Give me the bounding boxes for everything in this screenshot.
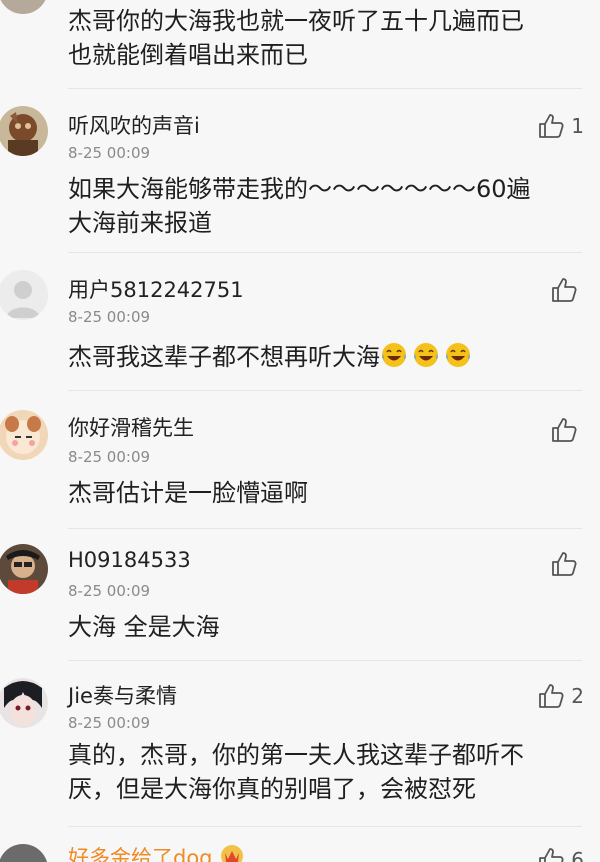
avatar-image — [0, 410, 48, 460]
comment-text: 真的，杰哥，你的第一夫人我这辈子都听不 厌，但是大海你真的别唱了，会被怼死 — [68, 741, 524, 803]
like-count: 2 — [571, 684, 584, 708]
like-button[interactable] — [550, 276, 584, 304]
like-count: 1 — [571, 114, 584, 138]
comment-text: 如果大海能够带走我的～～～～～～～60遍 大海前来报道 — [68, 175, 531, 237]
comment-item: 杰哥你的大海我也就一夜听了五十几遍而已 也就能倒着唱出来而已 — [0, 0, 600, 88]
divider — [68, 88, 582, 89]
username[interactable]: Jie奏与柔情 — [68, 680, 177, 710]
thumbs-up-icon — [552, 278, 577, 302]
like-button[interactable]: 1 — [537, 112, 584, 140]
vip-badge-icon — [221, 845, 244, 862]
avatar-image — [0, 678, 48, 728]
divider — [68, 826, 582, 827]
divider — [68, 660, 582, 661]
like-button[interactable] — [550, 550, 584, 578]
like-button[interactable] — [550, 416, 584, 444]
comment-text: 杰哥估计是一脸懵逼啊 — [68, 479, 308, 507]
default-avatar-icon — [0, 270, 48, 320]
comment-item: 用户5812242751 8-25 00:09 杰哥我这辈子都不想再听大海 — [0, 254, 600, 384]
comment-text: 杰哥你的大海我也就一夜听了五十几遍而已 也就能倒着唱出来而已 — [68, 7, 524, 69]
username[interactable]: 用户5812242751 — [68, 274, 244, 304]
comment-text: 大海 全是大海 — [68, 613, 220, 641]
avatar-image — [0, 106, 48, 156]
avatar[interactable] — [0, 844, 48, 862]
laughing-tears-emoji — [446, 343, 470, 367]
comment-text: 杰哥我这辈子都不想再听大海 — [68, 340, 588, 374]
thumbs-up-icon — [552, 418, 577, 442]
avatar[interactable] — [0, 270, 48, 320]
timestamp: 8-25 00:09 — [68, 582, 151, 600]
like-button[interactable]: 6 — [537, 846, 584, 862]
username[interactable]: 你好滑稽先生 — [68, 412, 194, 442]
divider — [68, 528, 582, 529]
like-count: 6 — [571, 848, 584, 862]
laughing-tears-emoji — [382, 343, 406, 367]
comment-item: 你好滑稽先生 8-25 00:09 杰哥估计是一脸懵逼啊 — [0, 392, 600, 526]
thumbs-up-icon — [552, 552, 577, 576]
timestamp: 8-25 00:09 — [68, 714, 151, 732]
username[interactable]: 好多金给了dog — [68, 842, 245, 862]
avatar[interactable] — [0, 678, 48, 728]
thumbs-up-icon — [539, 114, 564, 138]
avatar[interactable] — [0, 106, 48, 156]
thumbs-up-icon — [539, 684, 564, 708]
like-button[interactable]: 2 — [537, 682, 584, 710]
timestamp: 8-25 00:09 — [68, 144, 151, 162]
username[interactable]: H09184533 — [68, 548, 191, 572]
divider — [68, 390, 582, 391]
comment-item: Jie奏与柔情 8-25 00:09 真的，杰哥，你的第一夫人我这辈子都听不 厌… — [0, 662, 600, 822]
laughing-tears-emoji — [414, 343, 438, 367]
timestamp: 8-25 00:09 — [68, 308, 151, 326]
avatar-image — [0, 544, 48, 594]
comment-item: 好多金给了dog 6 — [0, 828, 600, 862]
comment-item: H09184533 8-25 00:09 大海 全是大海 — [0, 530, 600, 660]
comment-item: 听风吹的声音i 8-25 00:09 如果大海能够带走我的～～～～～～～60遍 … — [0, 90, 600, 250]
timestamp: 8-25 00:09 — [68, 448, 151, 466]
thumbs-up-icon — [539, 848, 564, 862]
divider — [68, 252, 582, 253]
username[interactable]: 听风吹的声音i — [68, 110, 200, 140]
avatar[interactable] — [0, 410, 48, 460]
avatar[interactable] — [0, 544, 48, 594]
avatar[interactable] — [0, 0, 48, 14]
